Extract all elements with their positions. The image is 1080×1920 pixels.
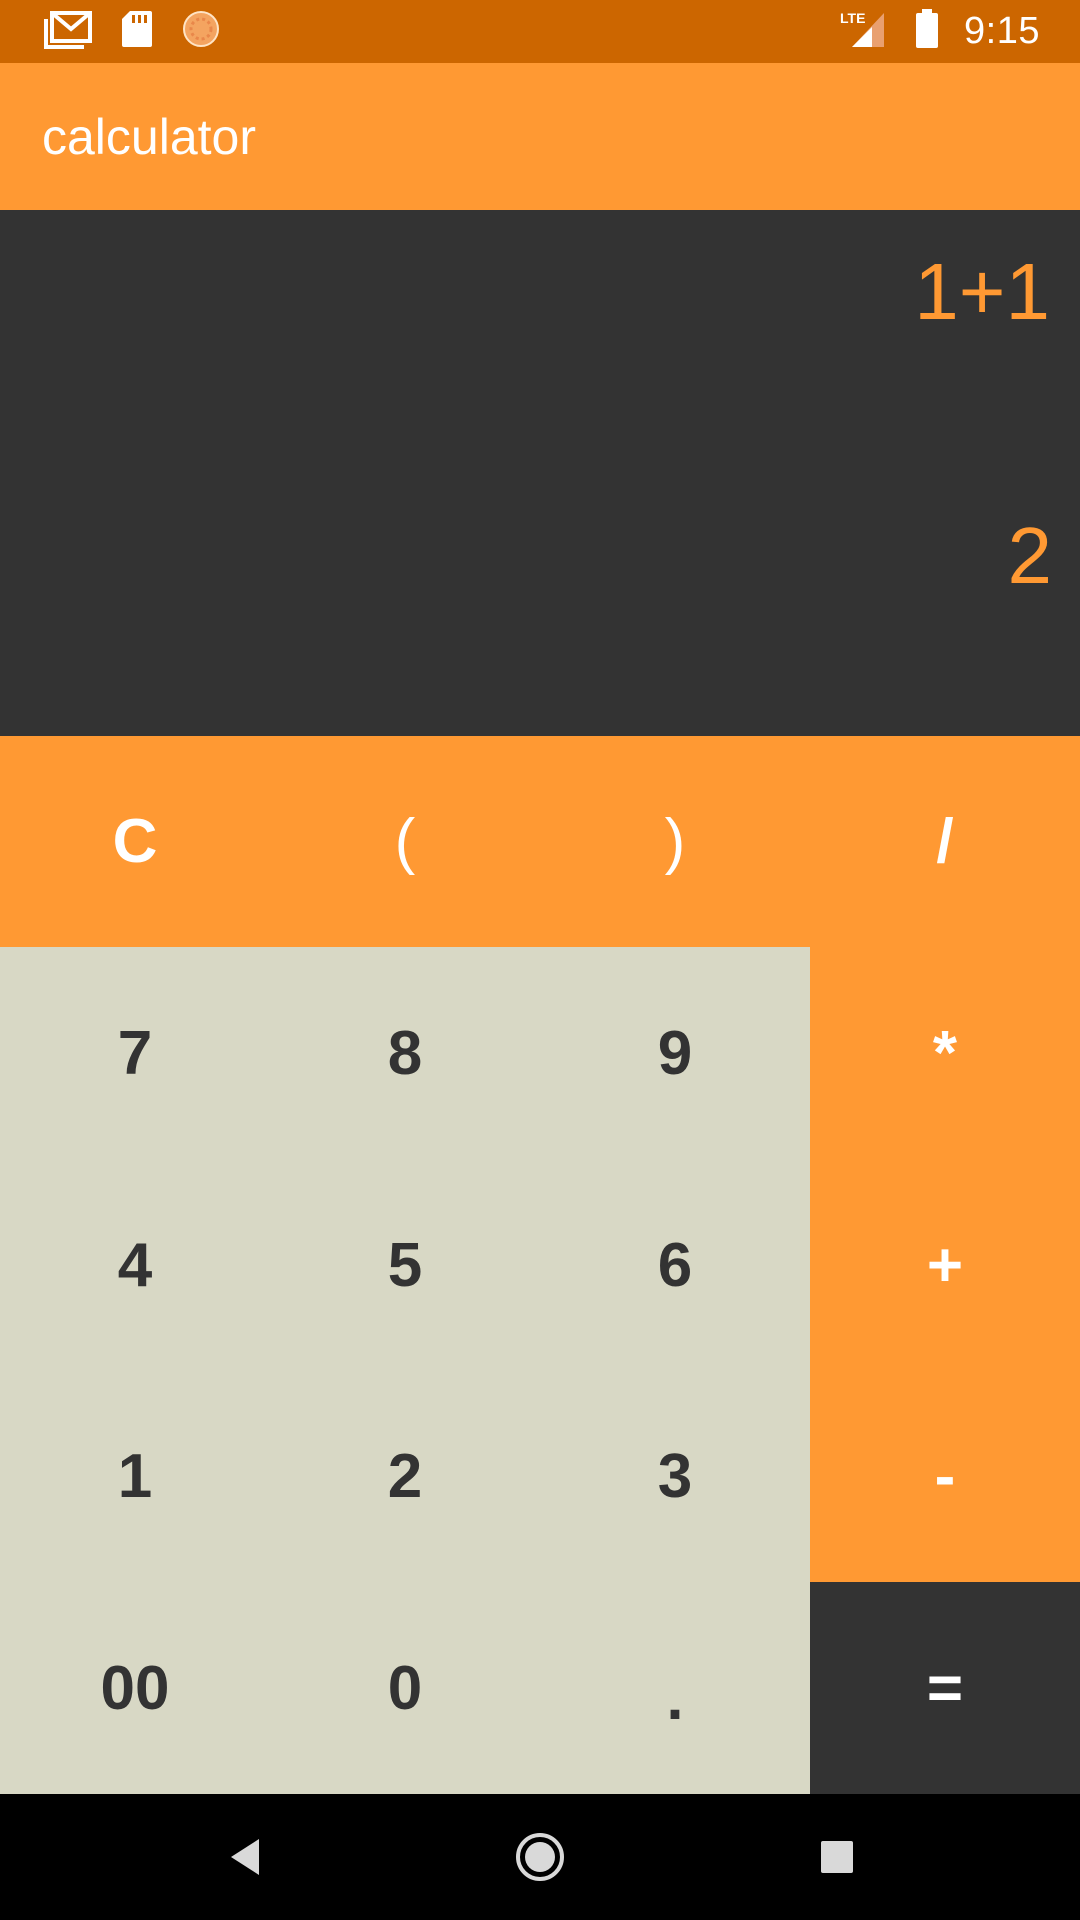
- sd-card-icon: [120, 9, 154, 54]
- decimal-point-button[interactable]: .: [540, 1582, 810, 1794]
- keypad: C ( ) / 7 8 9 * 4 5 6 + 1 2 3 - 00 0 . =: [0, 736, 1080, 1794]
- key-2-button[interactable]: 2: [270, 1371, 540, 1582]
- divide-button[interactable]: /: [810, 736, 1080, 947]
- recents-icon[interactable]: [802, 1824, 872, 1890]
- navigation-bar: [0, 1794, 1080, 1920]
- equals-button[interactable]: =: [810, 1582, 1080, 1794]
- app-title: calculator: [42, 108, 256, 165]
- plus-button[interactable]: +: [810, 1159, 1080, 1371]
- lte-signal-icon: LTE: [840, 9, 890, 54]
- key-8-button[interactable]: 8: [270, 947, 540, 1159]
- key-7-button[interactable]: 7: [0, 947, 270, 1159]
- gmail-icon: [44, 9, 92, 54]
- status-right-icons: LTE 9:15: [816, 9, 1040, 54]
- key-4-button[interactable]: 4: [0, 1159, 270, 1371]
- expression-display: 1+1: [914, 247, 1050, 336]
- close-paren-button[interactable]: ): [540, 736, 810, 947]
- status-left-icons: [44, 9, 248, 54]
- lte-label: LTE: [840, 10, 865, 26]
- app-bar: calculator: [0, 63, 1080, 210]
- result-display: 2: [1007, 511, 1053, 600]
- sync-icon: [182, 10, 220, 53]
- key-00-button[interactable]: 00: [0, 1582, 270, 1794]
- battery-icon: [914, 9, 940, 54]
- back-icon[interactable]: [210, 1824, 280, 1890]
- calculator-display: 1+1 2: [0, 210, 1080, 736]
- key-9-button[interactable]: 9: [540, 947, 810, 1159]
- key-3-button[interactable]: 3: [540, 1371, 810, 1582]
- key-0-button[interactable]: 0: [270, 1582, 540, 1794]
- home-icon[interactable]: [505, 1822, 575, 1892]
- key-1-button[interactable]: 1: [0, 1371, 270, 1582]
- clear-button[interactable]: C: [0, 736, 270, 947]
- clock: 9:15: [964, 10, 1040, 52]
- open-paren-button[interactable]: (: [270, 736, 540, 947]
- key-5-button[interactable]: 5: [270, 1159, 540, 1371]
- key-6-button[interactable]: 6: [540, 1159, 810, 1371]
- minus-button[interactable]: -: [810, 1371, 1080, 1582]
- status-bar: LTE 9:15: [0, 0, 1080, 63]
- multiply-button[interactable]: *: [810, 947, 1080, 1159]
